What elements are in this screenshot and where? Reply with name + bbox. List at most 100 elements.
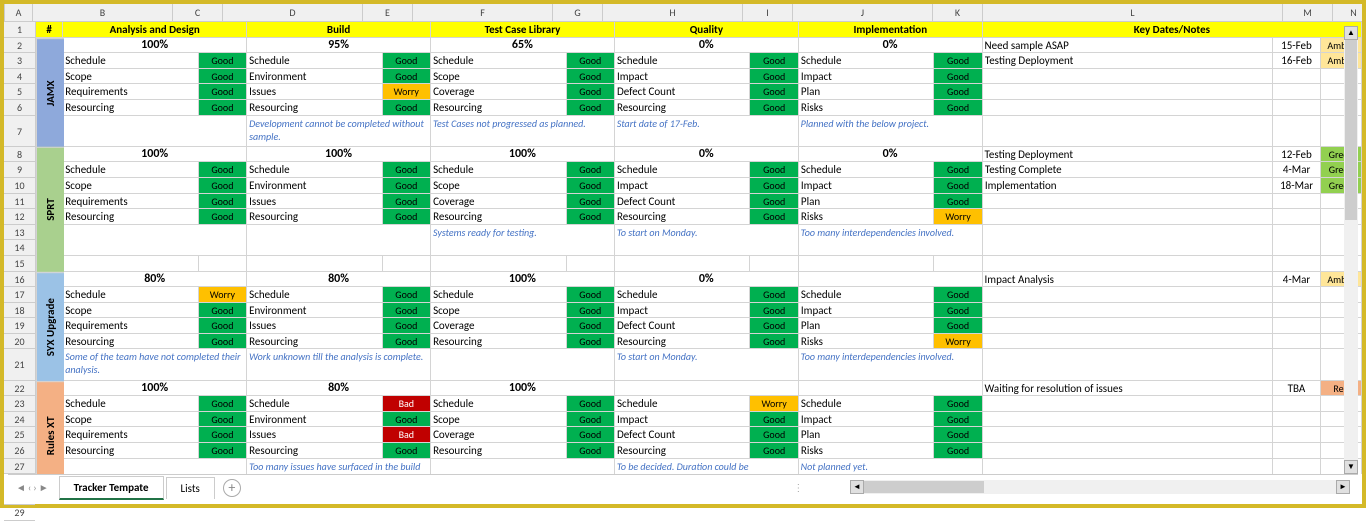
tab-prev-icon[interactable]: ‹ (28, 481, 31, 494)
pct-sprt-0: 100% (63, 147, 247, 163)
row-header-20[interactable]: 20 (4, 334, 35, 350)
column-header-N[interactable]: N (1333, 4, 1366, 21)
pct-jamx-4: 0% (799, 38, 983, 54)
row-header-18[interactable]: 18 (4, 303, 35, 319)
phase-note (63, 459, 247, 474)
vscroll-track[interactable] (1344, 40, 1358, 460)
column-header-I[interactable]: I (743, 4, 793, 21)
metric-label: Schedule (799, 287, 934, 303)
column-header-E[interactable]: E (363, 4, 413, 21)
row-header-9[interactable]: 9 (4, 162, 35, 178)
column-header-G[interactable]: G (553, 4, 603, 21)
row-header-27[interactable]: 27 (4, 459, 35, 475)
row-header-6[interactable]: 6 (4, 100, 35, 116)
metric-status: Good (567, 412, 615, 428)
metric-label: Schedule (615, 162, 750, 178)
metric-label: Plan (799, 84, 934, 100)
hscroll-thumb[interactable] (864, 481, 984, 493)
scroll-up-button[interactable]: ▲ (1344, 26, 1358, 40)
keydate-text (983, 209, 1273, 225)
pct-syx-1: 80% (247, 272, 431, 288)
metric-label: Issues (247, 318, 382, 334)
metric-label: Defect Count (615, 427, 750, 443)
sheet-tab-bar: ◄ ‹ › ► Tracker Tempate Lists + ⋮ ◄ ► (8, 474, 1358, 500)
row-header-24[interactable]: 24 (4, 412, 35, 428)
metric-label: Schedule (615, 53, 750, 69)
column-header-D[interactable]: D (223, 4, 363, 21)
tab-first-icon[interactable]: ◄ (16, 481, 26, 494)
vscroll-thumb[interactable] (1345, 40, 1357, 220)
metric-status: Worry (934, 334, 982, 350)
metric-label: Defect Count (615, 84, 750, 100)
column-header-C[interactable]: C (173, 4, 223, 21)
metric-label: Issues (247, 427, 382, 443)
tab-tracker-template[interactable]: Tracker Tempate (59, 476, 164, 500)
metric-status: Good (567, 287, 615, 303)
row-header-25[interactable]: 25 (4, 427, 35, 443)
keydate-date (1273, 69, 1321, 85)
row-header-13[interactable]: 13 (4, 225, 35, 241)
hscroll-track[interactable] (864, 480, 1336, 494)
scroll-left-button[interactable]: ◄ (850, 480, 864, 494)
column-header-F[interactable]: F (413, 4, 553, 21)
row-header-4[interactable]: 4 (4, 69, 35, 85)
metric-label: Plan (799, 194, 934, 210)
scroll-right-button[interactable]: ► (1336, 480, 1350, 494)
row-header-3[interactable]: 3 (4, 53, 35, 69)
metric-label: Scope (431, 303, 566, 319)
metric-label: Issues (247, 84, 382, 100)
metric-status: Good (750, 287, 798, 303)
row-header-19[interactable]: 19 (4, 318, 35, 334)
metric-status: Bad (383, 427, 431, 443)
column-header-J[interactable]: J (793, 4, 933, 21)
row-header-7[interactable]: 7 (4, 116, 35, 147)
scroll-down-button[interactable]: ▼ (1344, 460, 1358, 474)
column-header-L[interactable]: L (983, 4, 1283, 21)
column-header-M[interactable]: M (1283, 4, 1333, 21)
metric-label: Schedule (247, 53, 382, 69)
phase-note: Test Cases not progressed as planned. (431, 116, 615, 147)
tab-splitter[interactable]: ⋮ (793, 481, 805, 494)
metric-label: Schedule (799, 53, 934, 69)
column-header-A[interactable]: A (5, 4, 33, 21)
column-header-H[interactable]: H (603, 4, 743, 21)
add-sheet-button[interactable]: + (223, 479, 241, 497)
keydate-date (1273, 209, 1321, 225)
metric-label: Scope (431, 69, 566, 85)
metric-label: Requirements (63, 318, 198, 334)
row-header-2[interactable]: 2 (4, 38, 35, 54)
column-header-B[interactable]: B (33, 4, 173, 21)
row-header-5[interactable]: 5 (4, 84, 35, 100)
tab-next-icon[interactable]: › (33, 481, 36, 494)
metric-status: Good (383, 318, 431, 334)
horizontal-scrollbar[interactable]: ◄ ► (850, 480, 1350, 494)
vertical-scrollbar[interactable]: ▲ ▼ (1344, 26, 1358, 474)
metric-label: Impact (615, 412, 750, 428)
tab-last-icon[interactable]: ► (39, 481, 49, 494)
row-header-11[interactable]: 11 (4, 194, 35, 210)
keydate-date (1273, 334, 1321, 350)
row-header-22[interactable]: 22 (4, 381, 35, 397)
row-header-15[interactable]: 15 (4, 256, 35, 272)
cells-area[interactable]: #Analysis and DesignBuildTest Case Libra… (36, 22, 1362, 474)
metric-status: Good (934, 396, 982, 412)
pct-syx-4 (799, 272, 983, 288)
metric-status: Good (567, 100, 615, 116)
column-header-K[interactable]: K (933, 4, 983, 21)
row-header-26[interactable]: 26 (4, 443, 35, 459)
row-header-16[interactable]: 16 (4, 272, 35, 288)
row-header-10[interactable]: 10 (4, 178, 35, 194)
row-header-12[interactable]: 12 (4, 209, 35, 225)
row-header-1[interactable]: 1 (4, 22, 35, 38)
metric-label: Resourcing (63, 100, 198, 116)
row-header-17[interactable]: 17 (4, 287, 35, 303)
metric-label: Requirements (63, 84, 198, 100)
row-header-21[interactable]: 21 (4, 349, 35, 380)
keydate-date (1273, 318, 1321, 334)
tab-lists[interactable]: Lists (166, 477, 215, 499)
row-header-14[interactable]: 14 (4, 240, 35, 256)
row-header-8[interactable]: 8 (4, 147, 35, 163)
row-header-23[interactable]: 23 (4, 396, 35, 412)
tab-nav-controls[interactable]: ◄ ‹ › ► (8, 481, 57, 494)
column-header-row: ABCDEFGHIJKLMN (4, 4, 1362, 22)
